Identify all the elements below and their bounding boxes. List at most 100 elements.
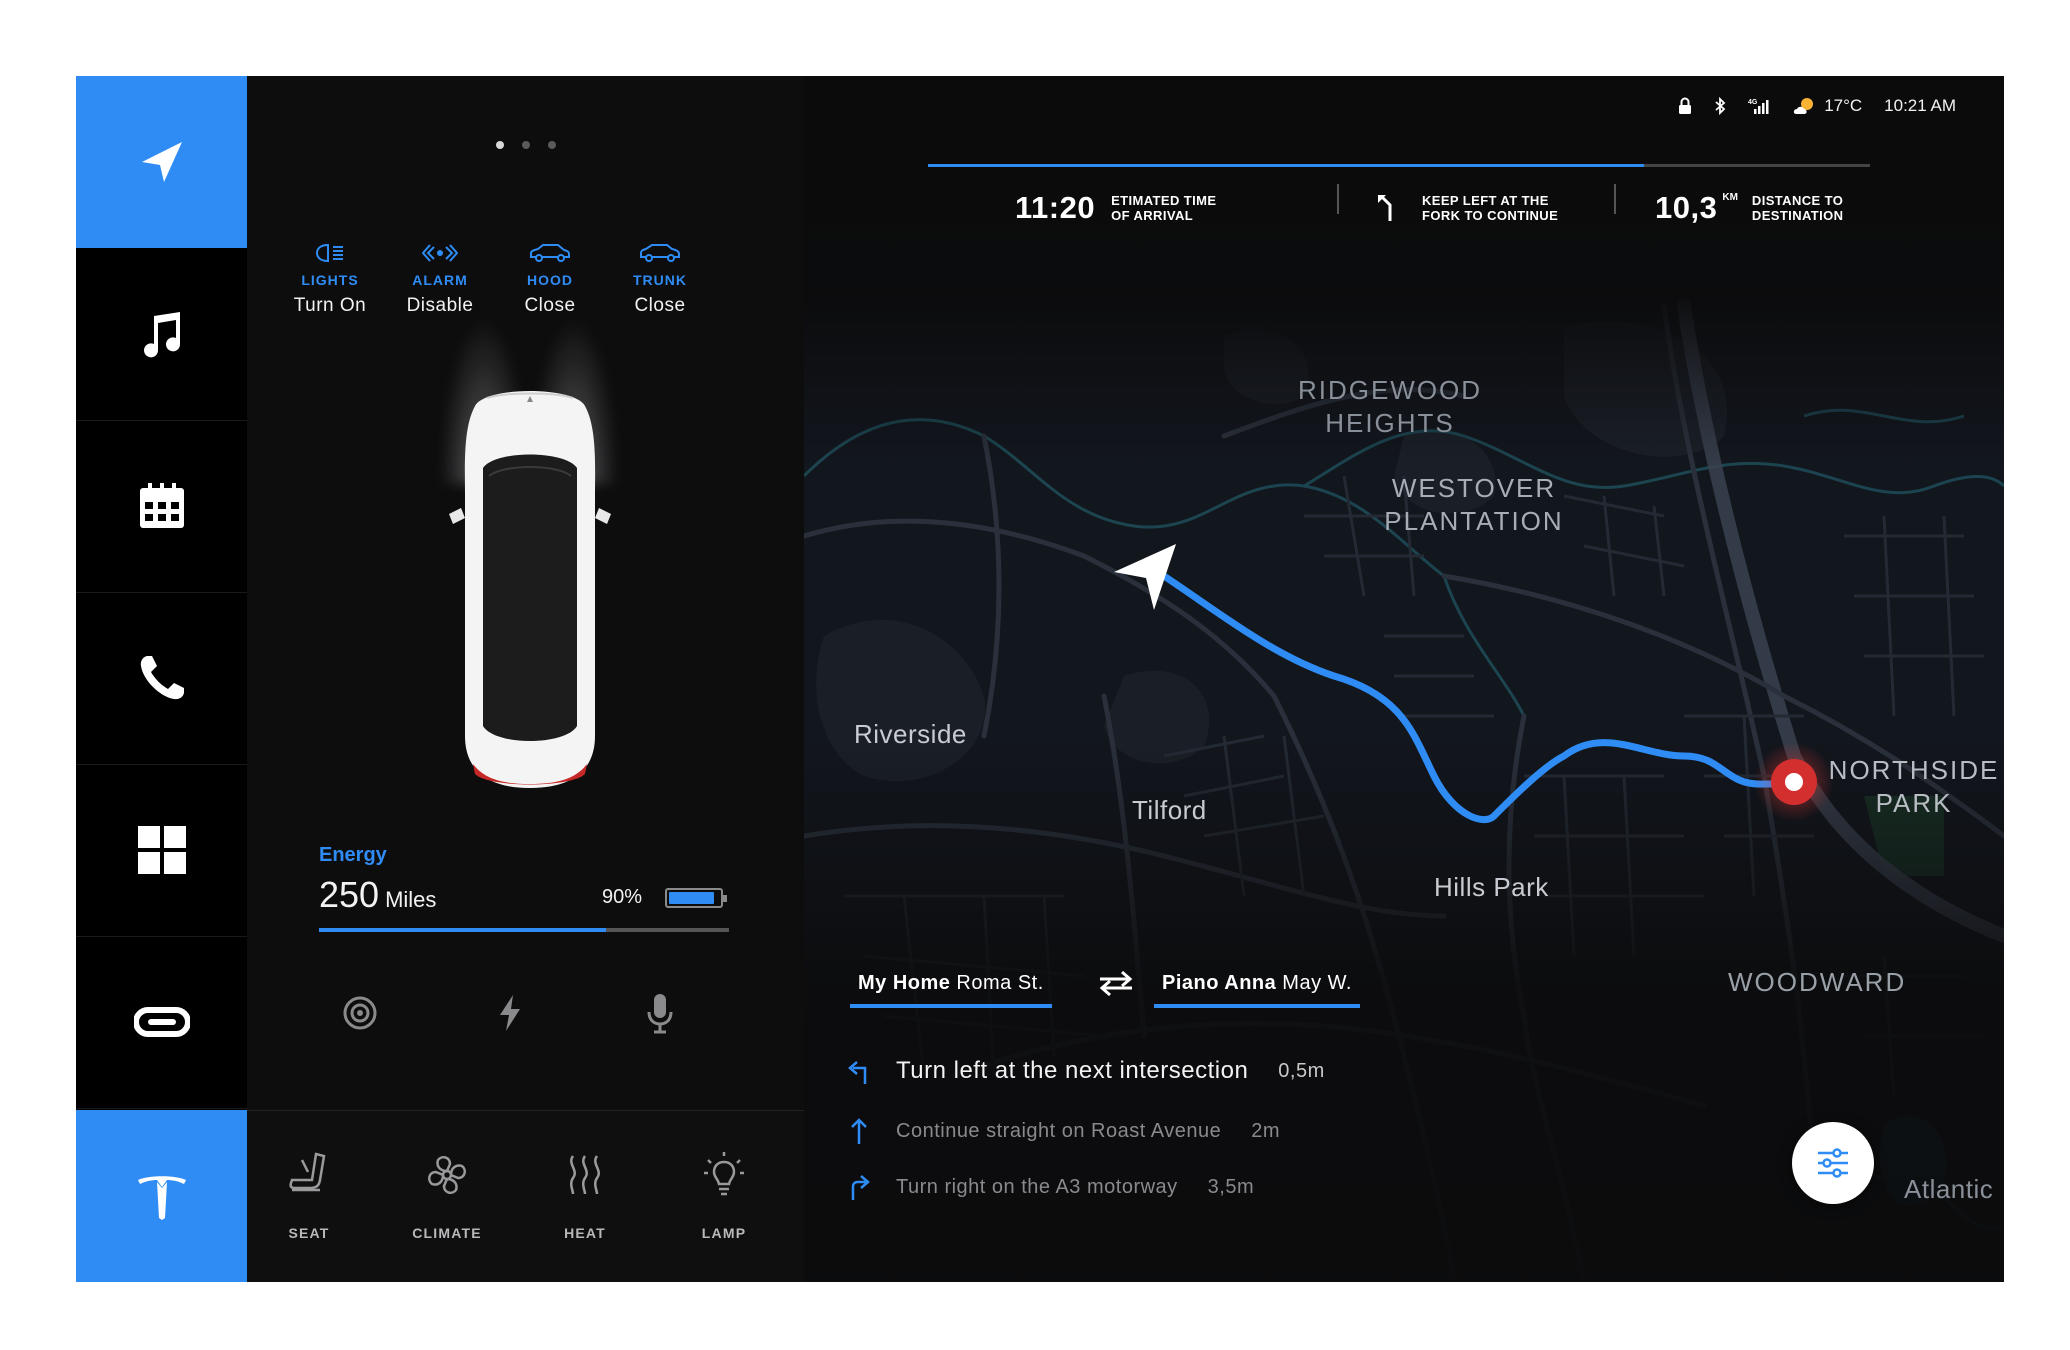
hood-icon [530,244,570,262]
energy-range-unit: Miles [385,887,437,912]
bluetooth-status[interactable] [1714,97,1726,115]
energy-range-value: 250 [319,874,380,915]
maneuver-info: KEEP LEFT AT THE FORK TO CONTINUE [1376,178,1582,238]
energy-progress-fill [319,928,606,932]
direction-step-1[interactable]: Turn left at the next intersection 0,5m [844,1056,1325,1086]
signal-label: 4G [1748,99,1758,106]
swap-route-icon[interactable] [1096,968,1136,998]
charge-button[interactable] [485,988,535,1038]
tire-icon [343,996,377,1030]
battery-fill [669,892,714,904]
turn-right-icon [851,1175,870,1200]
map-label-hills-park: Hills Park [1434,872,1549,902]
climate-fan[interactable]: CLIMATE [387,1145,507,1241]
page-indicator[interactable] [247,136,804,154]
map-label-riverside: Riverside [854,719,967,749]
climate-lamp-label: LAMP [701,1225,747,1241]
control-hood-label: HOOD [527,272,573,288]
map-label-ridgewood: RIDGEWOOD HEIGHTS [1297,375,1483,438]
vr-headset-icon [133,1007,190,1037]
lightning-icon [500,995,520,1031]
microphone-icon [647,994,673,1034]
sidebar-item-calendar[interactable] [76,420,247,593]
sidebar-item-vr[interactable] [76,936,247,1109]
route-destination-tab[interactable]: Piano Anna May W. [1154,962,1360,1008]
control-lights[interactable]: LIGHTS Turn On [275,238,385,317]
lock-status[interactable] [1678,97,1692,115]
page-dot-1[interactable] [495,141,504,149]
trip-progress-fill [928,164,1644,167]
signal-4g-icon: 4G [1748,99,1769,114]
status-bar: 4G 17°C 10:21 AM [1678,96,1956,116]
sidebar-item-music[interactable] [76,248,247,421]
battery-icon [665,888,727,908]
direction-step-1-text: Turn left at the next intersection [896,1057,1249,1084]
sidebar-item-tesla[interactable] [76,1110,247,1282]
direction-step-2-text: Continue straight on Roast Avenue [896,1119,1222,1142]
page-dot-2[interactable] [521,141,530,149]
vehicle-panel: LIGHTS Turn On ALARM Disable HOOD Close … [247,76,804,1110]
sidebar-item-navigation[interactable] [76,76,247,248]
direction-step-2[interactable]: Continue straight on Roast Avenue 2m [844,1116,1280,1146]
direction-step-3-text: Turn right on the A3 motorway [896,1175,1178,1198]
climate-seat-label: SEAT [288,1225,330,1241]
eta-label-line-2: OF ARRIVAL [1111,208,1194,223]
nav-separator-2 [1614,184,1616,214]
climate-bar: SEAT CLIMATE HEAT LAMP [247,1110,804,1282]
battery-percent: 90% [602,886,643,908]
direction-step-3[interactable]: Turn right on the A3 motorway 3,5m [844,1172,1254,1202]
map-label-northside: NORTHSIDE PARK [1828,755,2000,818]
tesla-logo-icon [137,1176,186,1220]
clock-text: 10:21 AM [1884,96,1956,115]
nav-separator-1 [1337,184,1339,214]
energy-range: 250 Miles [319,874,436,916]
route-origin-tab[interactable]: My Home Roma St. [850,962,1052,1008]
control-trunk-value: Close [634,295,686,316]
climate-lamp[interactable]: LAMP [664,1145,784,1241]
sidebar-item-apps[interactable] [76,764,247,937]
maneuver-text: KEEP LEFT AT THE FORK TO CONTINUE [1422,193,1582,223]
control-trunk[interactable]: TRUNK Close [605,238,715,317]
keep-left-icon [1378,195,1392,221]
tire-button[interactable] [335,988,385,1038]
distance-info: 10,3 KM DISTANCE TO DESTINATION [1655,178,1882,238]
straight-icon [851,1118,867,1144]
climate-seat[interactable]: SEAT [249,1145,369,1241]
control-alarm[interactable]: ALARM Disable [385,238,495,317]
weather-status: 17°C [1792,96,1862,116]
apps-grid-icon [137,826,186,874]
temperature-text: 17°C [1824,96,1863,115]
navigation-icon [141,142,182,182]
map-view[interactable]: 4G 17°C 10:21 AM 11:20 ETIMATED TIME OF A… [804,76,2004,1282]
weather-icon [1794,98,1814,114]
energy-progress-bar [319,928,729,932]
heat-icon [569,1155,600,1195]
map-label-westover: WESTOVER PLANTATION [1384,473,1564,536]
music-icon [143,312,180,358]
distance-label: DISTANCE TO DESTINATION [1752,193,1882,223]
page-dot-3[interactable] [547,141,556,149]
map-label-atlantic: Atlantic [1904,1174,1994,1204]
distance-value: 10,3 [1655,190,1718,225]
direction-step-3-distance: 3,5m [1207,1175,1255,1198]
route-origin-name: My Home [858,971,951,994]
lights-icon [315,243,343,263]
seat-icon [289,1152,326,1192]
phone-icon [140,656,184,700]
map-label-woodward: WOODWARD [1728,967,1907,997]
map-settings-button[interactable] [1792,1122,1874,1204]
map-label-tilford: Tilford [1132,795,1207,825]
trip-progress-bar [928,164,1870,167]
voice-button[interactable] [635,988,685,1038]
climate-fan-label: CLIMATE [412,1225,482,1241]
sidebar-item-phone[interactable] [76,592,247,765]
maneuver-line-2: FORK TO CONTINUE [1422,208,1559,223]
eta-info: 11:20 ETIMATED TIME OF ARRIVAL [1015,178,1241,238]
climate-heat[interactable]: HEAT [525,1145,645,1241]
control-lights-value: Turn On [293,295,367,316]
route-origin-street: Roma St. [956,971,1044,994]
turn-left-icon [848,1061,867,1084]
control-hood[interactable]: HOOD Close [495,238,605,317]
lamp-icon [704,1152,744,1196]
control-alarm-label: ALARM [412,272,468,288]
